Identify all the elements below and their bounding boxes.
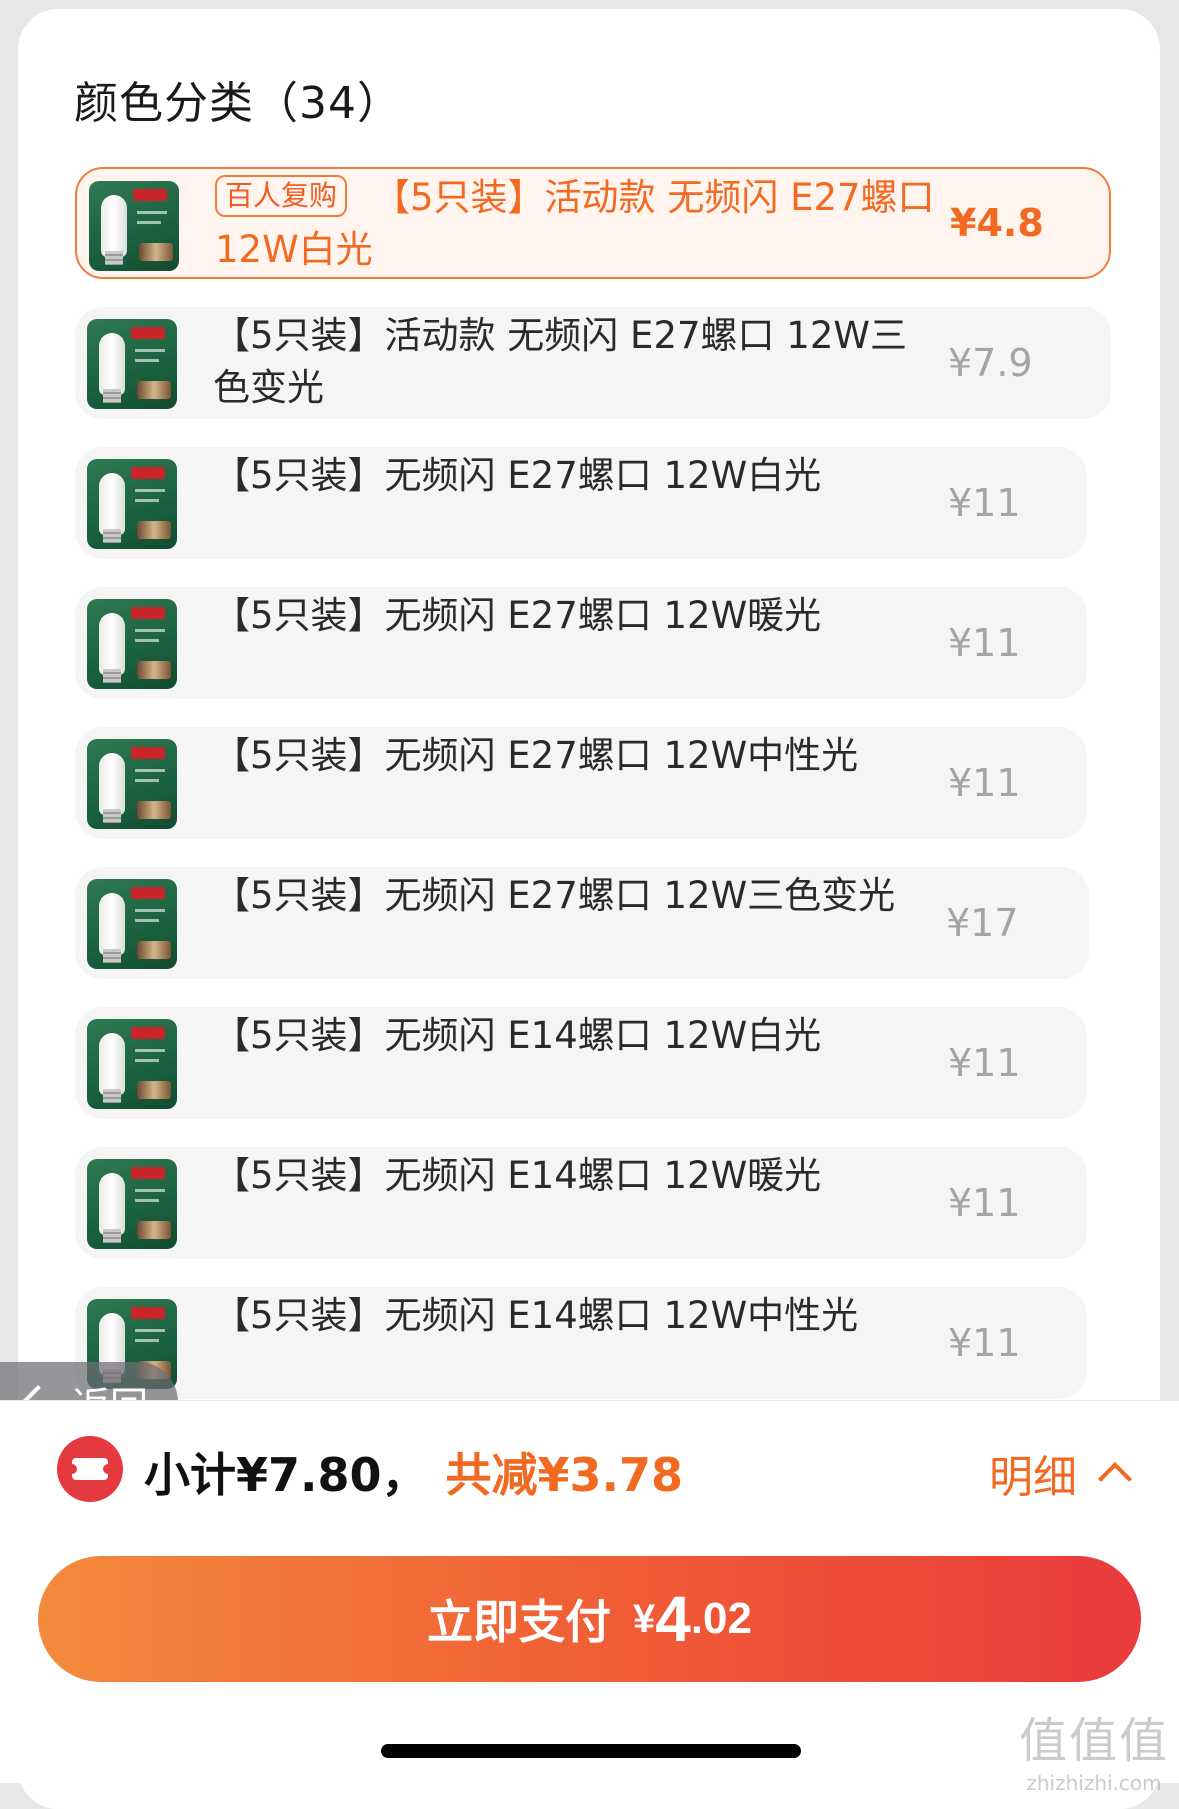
- watermark-url: zhizhizhi.com: [1026, 1771, 1162, 1795]
- sku-option[interactable]: 【5只装】无频闪 E14螺口 12W中性光 ¥11: [75, 1287, 1087, 1399]
- sku-name-text: 【5只装】无频闪 E27螺口 12W三色变光: [213, 874, 896, 917]
- sku-price: ¥11: [948, 1041, 1021, 1085]
- product-thumbnail: [87, 319, 177, 409]
- coupon-icon: [57, 1436, 123, 1502]
- sku-name-text: 【5只装】无频闪 E14螺口 12W白光: [213, 1014, 822, 1057]
- sku-price: ¥11: [948, 621, 1021, 665]
- product-thumbnail: [87, 459, 177, 549]
- sku-name-text: 【5只装】无频闪 E14螺口 12W中性光: [213, 1294, 859, 1337]
- sku-option[interactable]: 【5只装】无频闪 E27螺口 12W白光 ¥11: [75, 447, 1087, 559]
- sku-name-text: 【5只装】无频闪 E27螺口 12W暖光: [213, 594, 822, 637]
- chevron-up-icon: [1098, 1462, 1132, 1496]
- discount-amount: 共减¥3.78: [445, 1448, 684, 1502]
- sku-price: ¥11: [948, 1181, 1021, 1225]
- sku-name: 【5只装】无频闪 E14螺口 12W中性光: [213, 1290, 933, 1342]
- product-thumbnail: [87, 1019, 177, 1109]
- sku-option[interactable]: 【5只装】活动款 无频闪 E27螺口 12W三色变光 ¥7.9: [75, 307, 1111, 419]
- checkout-bar: 小计¥7.80， 共减¥3.78 明细 立即支付 ¥ 4 .02 值值值 zhiz…: [0, 1400, 1179, 1795]
- sku-name: 【5只装】活动款 无频闪 E27螺口 12W三色变光: [213, 310, 933, 414]
- sku-price: ¥11: [948, 761, 1021, 805]
- product-thumbnail: [87, 1159, 177, 1249]
- sku-name-text: 【5只装】无频闪 E27螺口 12W白光: [213, 454, 822, 497]
- product-thumbnail: [87, 879, 177, 969]
- sku-price: ¥7.9: [948, 341, 1033, 385]
- sku-name: 【5只装】无频闪 E27螺口 12W三色变光: [213, 870, 933, 922]
- sku-name: 【5只装】无频闪 E27螺口 12W白光: [213, 450, 933, 502]
- site-watermark: 值值值 zhizhizhi.com: [1019, 1701, 1169, 1795]
- pay-amount-dec: .02: [690, 1594, 752, 1643]
- pay-amount-int: 4: [655, 1583, 691, 1655]
- section-title: 颜色分类（34）: [74, 78, 402, 129]
- product-thumbnail: [87, 599, 177, 689]
- sku-option[interactable]: 【5只装】无频闪 E27螺口 12W中性光 ¥11: [75, 727, 1087, 839]
- sku-name: 【5只装】无频闪 E14螺口 12W暖光: [213, 1150, 933, 1202]
- sku-price: ¥4.8: [950, 201, 1044, 245]
- sku-name: 【5只装】无频闪 E14螺口 12W白光: [213, 1010, 933, 1062]
- product-thumbnail: [89, 181, 179, 271]
- sku-name-text: 【5只装】无频闪 E27螺口 12W中性光: [213, 734, 859, 777]
- detail-toggle[interactable]: 明细: [989, 1441, 1132, 1505]
- watermark-logo: 值值值: [1018, 1713, 1169, 1769]
- pay-label: 立即支付: [426, 1596, 611, 1648]
- sku-price: ¥11: [948, 481, 1021, 525]
- sku-name-text: 【5只装】无频闪 E14螺口 12W暖光: [213, 1154, 822, 1197]
- sku-option[interactable]: 百人复购 【5只装】活动款 无频闪 E27螺口 12W白光 ¥4.8: [75, 167, 1111, 279]
- pay-currency: ¥: [632, 1596, 656, 1641]
- sku-name-text: 【5只装】活动款 无频闪 E27螺口 12W三色变光: [213, 314, 907, 409]
- sku-option[interactable]: 【5只装】无频闪 E27螺口 12W三色变光 ¥17: [75, 867, 1089, 979]
- sku-price: ¥17: [946, 901, 1019, 945]
- sku-name: 【5只装】无频闪 E27螺口 12W暖光: [213, 590, 933, 642]
- subtotal-text: 小计¥7.80， 共减¥3.78: [144, 1439, 683, 1505]
- home-indicator: [381, 1744, 801, 1758]
- sku-price: ¥11: [948, 1321, 1021, 1365]
- pay-now-button[interactable]: 立即支付 ¥ 4 .02: [38, 1556, 1141, 1682]
- sku-option[interactable]: 【5只装】无频闪 E14螺口 12W白光 ¥11: [75, 1007, 1087, 1119]
- sku-option[interactable]: 【5只装】无频闪 E14螺口 12W暖光 ¥11: [75, 1147, 1087, 1259]
- detail-label: 明细: [989, 1452, 1077, 1503]
- sku-name: 百人复购 【5只装】活动款 无频闪 E27螺口 12W白光: [215, 172, 935, 276]
- product-thumbnail: [87, 739, 177, 829]
- sku-name: 【5只装】无频闪 E27螺口 12W中性光: [213, 730, 933, 782]
- repurchase-badge: 百人复购: [215, 175, 348, 217]
- subtotal-amount: 小计¥7.80，: [144, 1448, 428, 1502]
- sku-option[interactable]: 【5只装】无频闪 E27螺口 12W暖光 ¥11: [75, 587, 1087, 699]
